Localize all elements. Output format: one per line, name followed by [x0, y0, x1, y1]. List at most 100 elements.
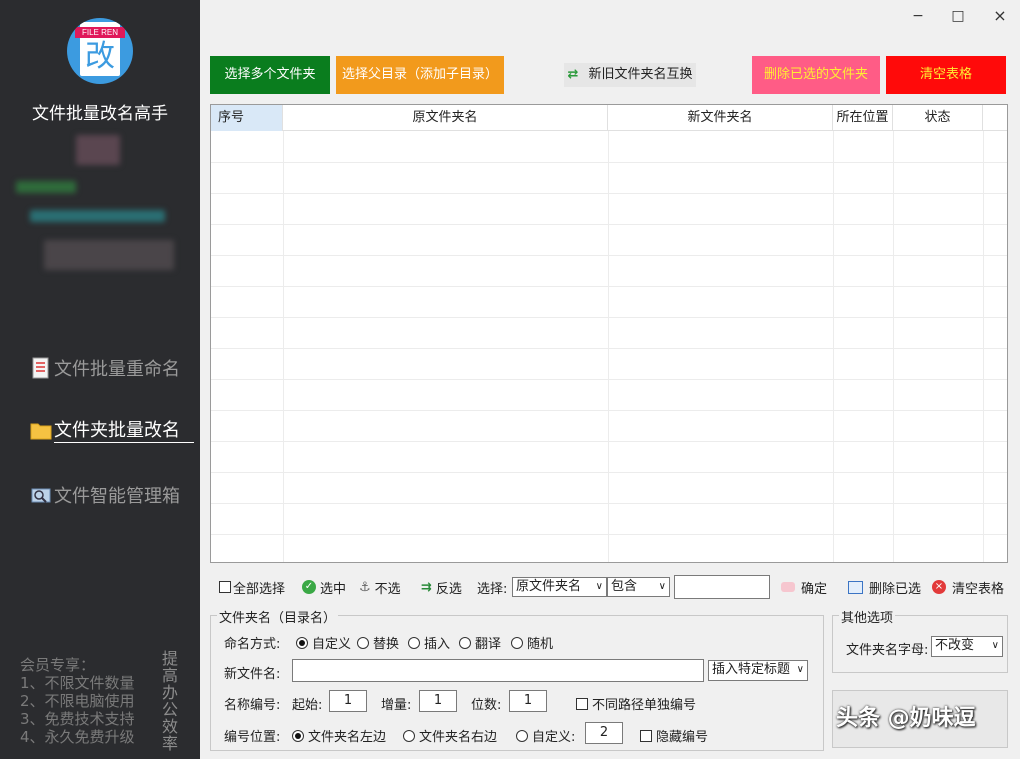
field-select[interactable]: 原文件夹名 ∨ [512, 577, 607, 597]
mode-radio-translate[interactable]: 翻译 [459, 633, 501, 652]
insert-title-value: 插入特定标题 [712, 662, 791, 677]
column-divider [983, 131, 984, 562]
filter-input[interactable] [674, 575, 770, 599]
new-name-input[interactable] [292, 659, 704, 682]
position-radio-left[interactable]: 文件夹名左边 [292, 726, 386, 745]
chevron-down-icon: ∨ [658, 581, 666, 592]
position-radio-right[interactable]: 文件夹名右边 [403, 726, 497, 745]
position-option-label: 文件夹名左边 [308, 730, 387, 745]
blurred-text-line [44, 240, 174, 270]
insert-title-select[interactable]: 插入特定标题 ∨ [708, 660, 808, 681]
column-divider [833, 131, 834, 562]
swap-names-label: 新旧文件夹名互换 [588, 67, 693, 82]
mode-option-label: 随机 [527, 637, 554, 652]
minimize-button[interactable]: − [908, 8, 928, 24]
uncheck-button[interactable]: ⚓ 不选 [359, 575, 401, 599]
nav-file-rename[interactable]: 文件批量重命名 [30, 355, 180, 381]
delete-selected-button[interactable]: 删除已选 [848, 575, 921, 599]
check-circle-icon: ✓ [302, 580, 316, 594]
delete-selected-folders-button[interactable]: 删除已选的文件夹 [752, 56, 880, 94]
clear-table-small-button[interactable]: × 清空表格 [932, 575, 1004, 599]
swap-names-button[interactable]: ⇄ 新旧文件夹名互换 [564, 63, 696, 87]
mode-radio-replace[interactable]: 替换 [357, 633, 399, 652]
invert-button[interactable]: ⇉ 反选 [421, 575, 462, 599]
select-parent-dir-button[interactable]: 选择父目录（添加子目录） [336, 56, 504, 94]
radio-dot [516, 729, 528, 742]
digits-input[interactable]: 1 [509, 690, 547, 712]
confirm-button[interactable]: 确定 [781, 575, 827, 599]
select-folders-button[interactable]: 选择多个文件夹 [210, 56, 330, 94]
row-gridline [211, 472, 1007, 473]
clear-table-button[interactable]: 清空表格 [886, 56, 1006, 94]
row-gridline [211, 317, 1007, 318]
mode-radio-random[interactable]: 随机 [511, 633, 553, 652]
step-input[interactable]: 1 [419, 690, 457, 712]
digits-label: 位数: [471, 698, 502, 713]
column-header-original-name[interactable]: 原文件夹名 [283, 105, 608, 131]
mode-radio-insert[interactable]: 插入 [408, 633, 450, 652]
checkbox-box [576, 697, 588, 710]
member-line: 1、不限文件数量 [20, 674, 135, 692]
confirm-label: 确定 [801, 581, 828, 597]
column-header-new-name[interactable]: 新文件夹名 [608, 105, 833, 131]
row-gridline [211, 534, 1007, 535]
letters-select-value: 不改变 [935, 638, 975, 653]
folder-icon [30, 419, 52, 441]
watermark: 头条 @奶味逗 [836, 706, 976, 731]
column-header-status[interactable]: 状态 [893, 105, 983, 131]
hide-number-checkbox[interactable]: 隐藏编号 [640, 726, 708, 745]
field-select-value: 原文件夹名 [516, 579, 582, 594]
mode-radio-custom[interactable]: 自定义 [296, 633, 351, 652]
maximize-button[interactable]: □ [948, 8, 968, 24]
checkbox-box [640, 729, 652, 742]
swap-icon: ⇄ [567, 67, 579, 82]
check-label: 选中 [320, 581, 347, 597]
member-line: 会员专享： [20, 656, 96, 674]
row-gridline [211, 224, 1007, 225]
close-button[interactable]: × [990, 6, 1010, 25]
separate-numbering-label: 不同路径单独编号 [592, 698, 697, 713]
row-gridline [211, 348, 1007, 349]
column-divider [283, 131, 284, 562]
rename-group-title: 文件夹名（目录名） [217, 607, 339, 626]
new-name-label: 新文件名: [224, 667, 281, 682]
member-line: 2、不限电脑使用 [20, 692, 135, 710]
close-circle-icon: × [932, 580, 946, 594]
mode-label: 命名方式: [224, 637, 281, 652]
radio-dot [296, 636, 308, 649]
shuffle-icon: ⇉ [421, 579, 432, 595]
row-gridline [211, 410, 1007, 411]
column-header-index[interactable]: 序号 [211, 105, 283, 131]
document-icon [30, 357, 52, 379]
checkbox-box [219, 581, 231, 593]
column-header-location[interactable]: 所在位置 [833, 105, 893, 131]
row-gridline [211, 379, 1007, 380]
chevron-down-icon: ∨ [796, 664, 804, 675]
position-radio-custom[interactable]: 自定义: [516, 726, 575, 745]
blurred-text-line [16, 181, 76, 193]
uncheck-label: 不选 [374, 581, 401, 597]
hide-number-label: 隐藏编号 [656, 730, 709, 745]
radio-dot [511, 636, 523, 649]
start-input[interactable]: 1 [329, 690, 367, 712]
nav-label: 文件智能管理箱 [54, 486, 180, 507]
custom-position-input[interactable]: 2 [585, 722, 623, 744]
column-divider [608, 131, 609, 562]
match-select[interactable]: 包含 ∨ [607, 577, 670, 597]
radio-dot [403, 729, 415, 742]
member-benefits: 会员专享： 1、不限文件数量 2、不限电脑使用 3、免费技术支持 4、永久免费升… [20, 656, 135, 746]
select-all-checkbox[interactable]: 全部选择 [219, 575, 285, 599]
eraser-icon [781, 582, 795, 592]
row-gridline [211, 162, 1007, 163]
nav-file-manager[interactable]: 文件智能管理箱 [30, 482, 180, 508]
folder-table[interactable]: 序号 原文件夹名 新文件夹名 所在位置 状态 [210, 104, 1008, 563]
chevron-down-icon: ∨ [991, 640, 999, 651]
select-by-label: 选择: [477, 581, 508, 597]
check-button[interactable]: ✓ 选中 [302, 575, 346, 599]
anchor-icon: ⚓ [359, 579, 371, 595]
letters-select[interactable]: 不改变 ∨ [931, 636, 1003, 657]
nav-folder-rename[interactable]: 文件夹批量改名 [30, 416, 194, 443]
row-gridline [211, 255, 1007, 256]
separate-numbering-checkbox[interactable]: 不同路径单独编号 [576, 694, 696, 713]
step-label: 增量: [381, 698, 412, 713]
